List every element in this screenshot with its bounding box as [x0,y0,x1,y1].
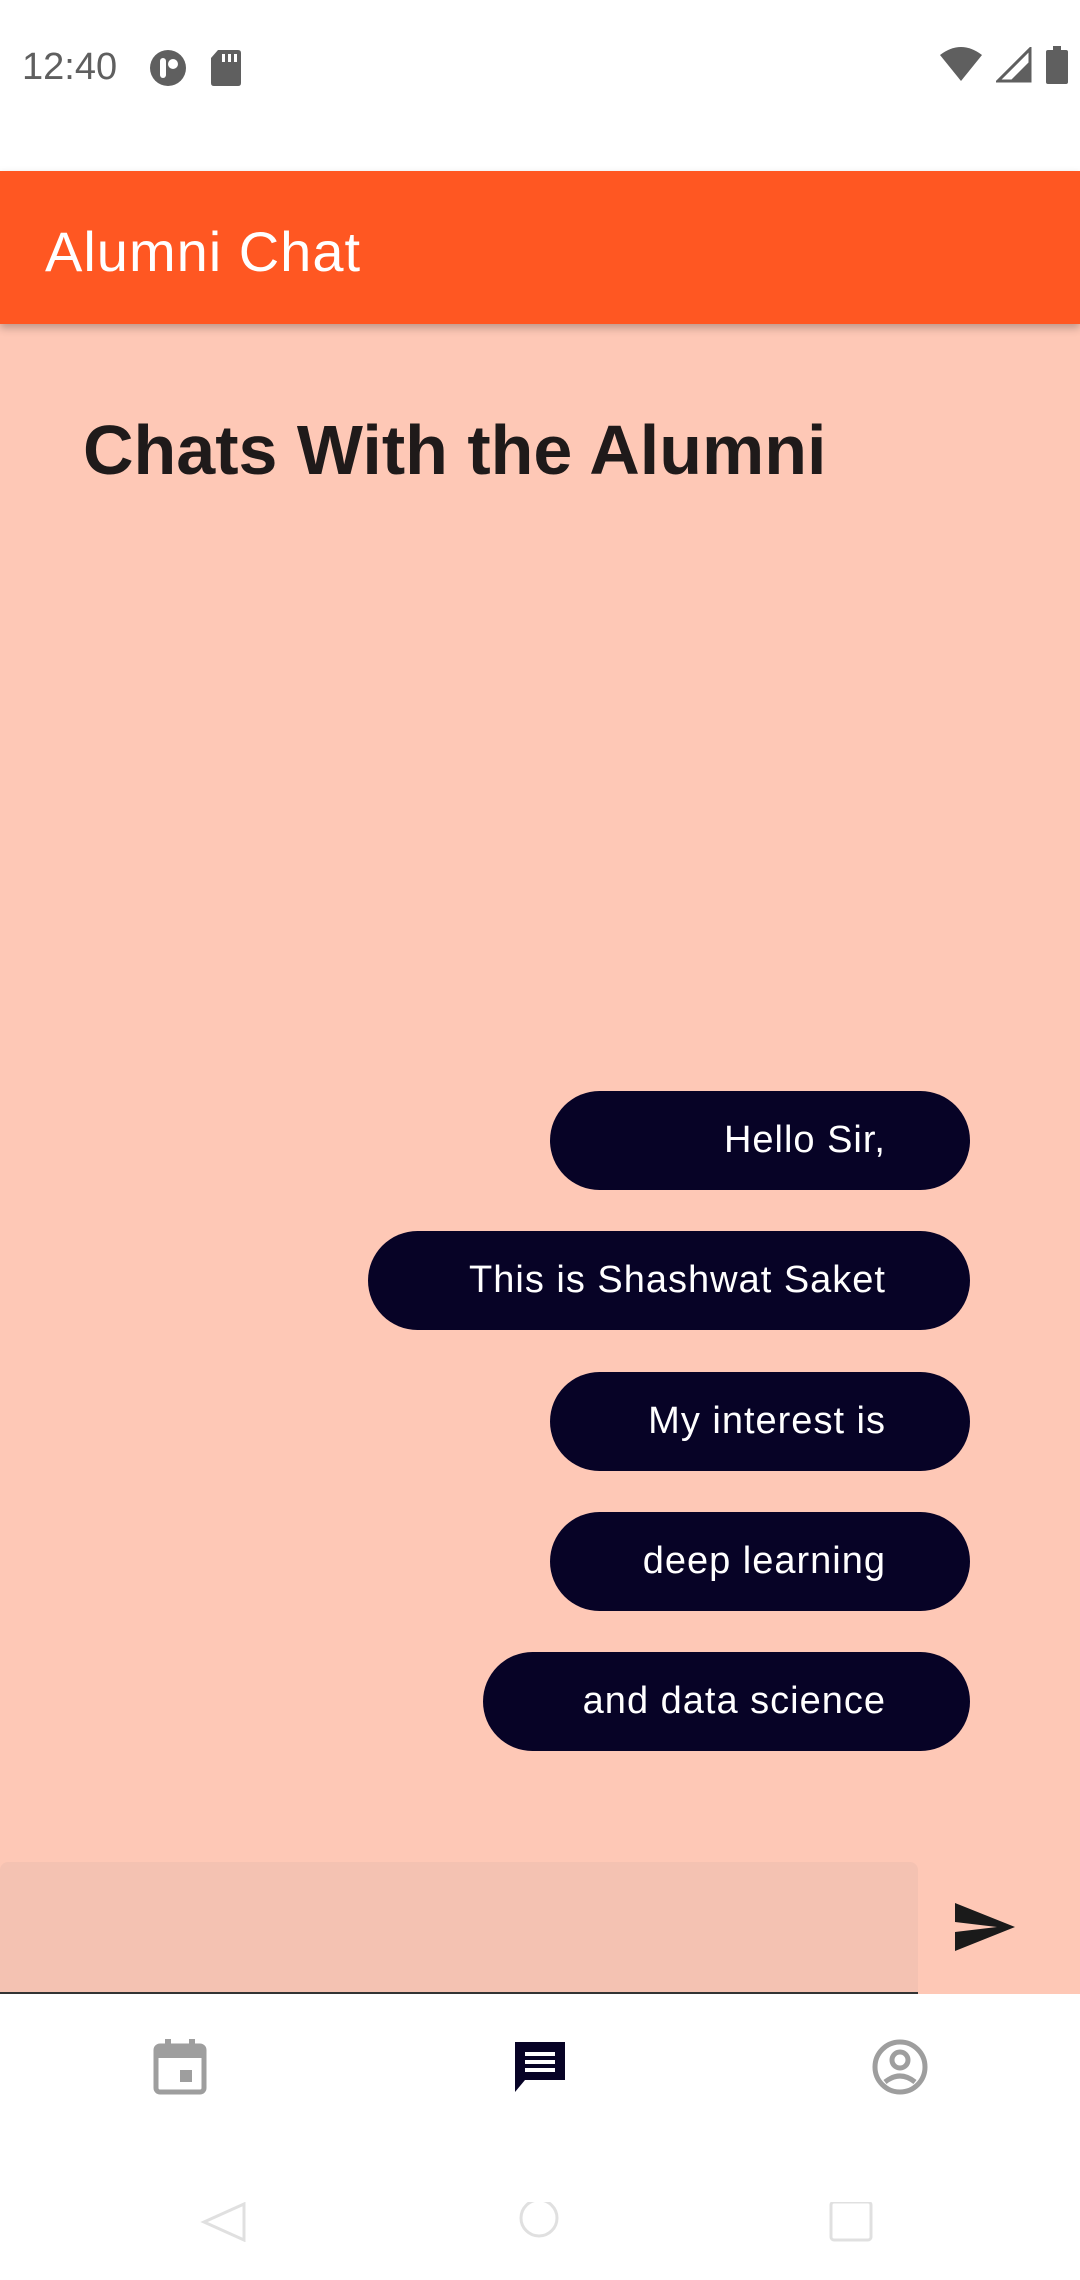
message-input-container [0,1862,918,1994]
message-bubble: My interest is [550,1372,970,1471]
nav-item-calendar[interactable] [0,1994,360,2144]
message-bubble: deep learning [550,1512,970,1611]
status-time: 12:40 [22,46,118,88]
nav-item-profile[interactable] [720,1994,1080,2144]
app-title: Alumni Chat [45,220,362,283]
message-bubble: and data science [483,1652,970,1751]
calendar-icon [152,2038,208,2101]
account-circle-icon [871,2038,929,2101]
message-bubble: This is Shashwat Saket [368,1231,970,1330]
message-text: and data science [582,1680,886,1722]
notification-app-icon [148,48,188,93]
message-text: deep learning [642,1540,886,1582]
home-icon[interactable] [515,2198,563,2247]
message-bubble: Hello Sir, [550,1091,970,1190]
message-text: My interest is [648,1400,886,1442]
message-text: Hello Sir, [723,1119,886,1161]
send-icon [953,1901,1017,1958]
message-input[interactable] [0,1862,918,1992]
status-bar: 12:40 [0,0,1080,171]
wifi-icon [940,47,982,88]
battery-icon [1046,46,1068,89]
back-icon[interactable] [200,2201,248,2247]
page-heading: Chats With the Alumni [83,411,827,489]
message-text: This is Shashwat Saket [469,1259,886,1301]
app-bar: Alumni Chat [0,171,1080,324]
nav-item-chat[interactable] [360,1994,720,2144]
system-navigation-bar [0,2144,1080,2280]
send-button[interactable] [948,1894,1022,1964]
status-right-icons [940,45,1068,89]
recents-icon[interactable] [827,2200,875,2247]
status-left-icons [148,48,242,93]
sd-card-icon [210,48,242,93]
chat-content: Chats With the Alumni Hello Sir, This is… [0,324,1080,1994]
cell-signal-icon [994,45,1032,88]
bottom-nav [0,1994,1080,2144]
chat-icon [511,2038,569,2101]
